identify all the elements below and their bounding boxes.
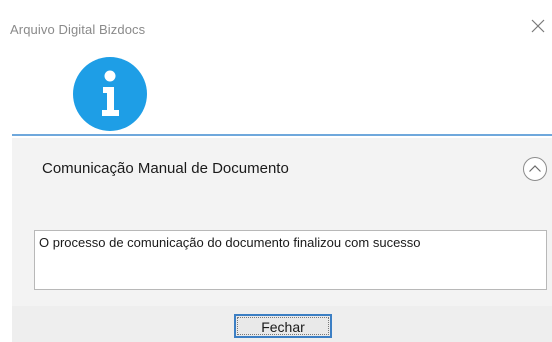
section-header: Comunicação Manual de Documento — [12, 138, 552, 212]
dialog-window: Arquivo Digital Bizdocs Comunicação Manu… — [0, 0, 552, 342]
title-bar: Arquivo Digital Bizdocs — [0, 0, 552, 40]
section-heading: Comunicação Manual de Documento — [42, 160, 289, 177]
info-icon — [72, 56, 148, 132]
window-left-margin — [0, 40, 12, 342]
close-button[interactable]: Fechar — [234, 314, 332, 338]
window-title: Arquivo Digital Bizdocs — [10, 22, 146, 37]
chevron-up-icon[interactable] — [522, 156, 548, 182]
button-bar: Fechar — [12, 306, 552, 342]
message-textbox[interactable]: O processo de comunicação do documento f… — [34, 230, 547, 290]
header-divider — [12, 134, 552, 136]
content-area: O processo de comunicação do documento f… — [12, 212, 552, 306]
close-icon[interactable] — [528, 16, 548, 36]
message-text: O processo de comunicação do documento f… — [39, 235, 421, 250]
